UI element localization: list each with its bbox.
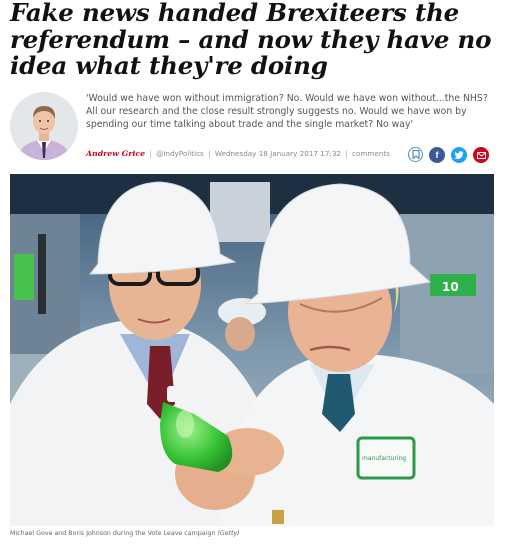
twitter-handle[interactable]: @IndyPolitics xyxy=(156,149,204,158)
twitter-icon xyxy=(454,150,464,159)
comments-link[interactable]: comments xyxy=(352,149,390,158)
email-share-button[interactable] xyxy=(473,147,489,163)
caption-text: Michael Gove and Boris Johnson during th… xyxy=(10,530,216,537)
author-avatar[interactable] xyxy=(10,92,78,160)
byline-separator: | xyxy=(149,149,152,158)
image-caption: Michael Gove and Boris Johnson during th… xyxy=(10,530,240,537)
article-headline: Fake news handed Brexiteers the referend… xyxy=(10,0,492,80)
facebook-icon: f xyxy=(435,150,439,160)
share-bar: f xyxy=(408,147,489,163)
bookmark-icon xyxy=(411,150,420,159)
article-standfirst: 'Would we have won without immigration? … xyxy=(86,93,488,130)
author-link[interactable]: Andrew Grice xyxy=(86,149,145,158)
wall-sign-text: 10 xyxy=(442,280,459,294)
bookmark-button[interactable] xyxy=(408,147,423,162)
badge-text: manufacturing xyxy=(362,455,406,462)
email-icon xyxy=(476,151,486,159)
byline-separator: | xyxy=(345,149,348,158)
twitter-share-button[interactable] xyxy=(451,147,467,163)
article-main-image: 10 manufacturing xyxy=(10,174,494,526)
byline-separator: | xyxy=(208,149,211,158)
article-byline: Andrew Grice | @IndyPolitics | Wednesday… xyxy=(86,149,390,158)
caption-credit: (Getty) xyxy=(217,530,240,537)
publish-date: Wednesday 18 January 2017 17:32 xyxy=(214,149,341,158)
factory-visit-photo: 10 manufacturing xyxy=(10,174,494,526)
facebook-share-button[interactable]: f xyxy=(429,147,445,163)
author-portrait-image xyxy=(10,92,78,160)
